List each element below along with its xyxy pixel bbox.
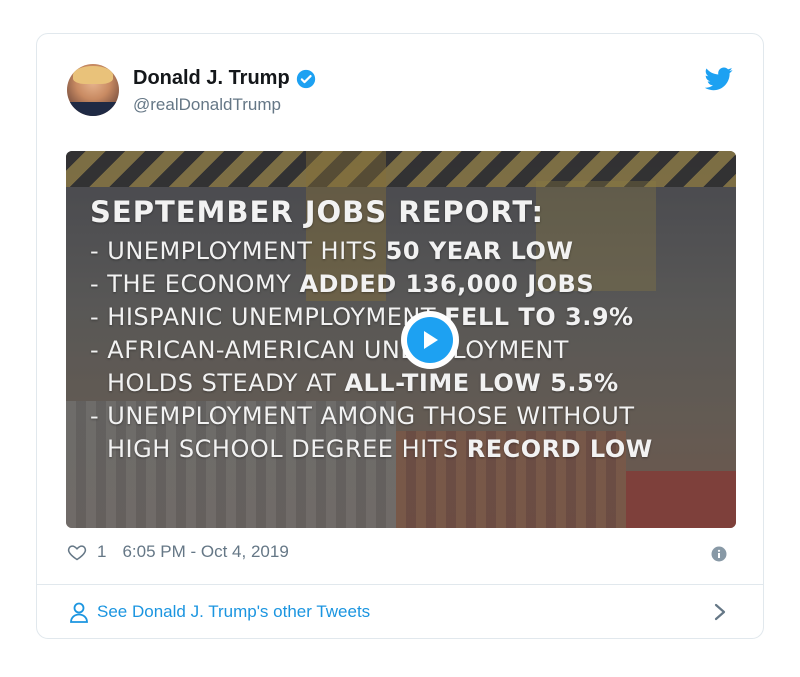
- like-count[interactable]: 1: [97, 542, 106, 562]
- play-button-inner: [407, 317, 453, 363]
- overlay-line: - AFRICAN-AMERICAN UNEMPLOYMENT: [90, 336, 569, 364]
- tweet-meta-row: 1 6:05 PM - Oct 4, 2019: [67, 542, 289, 562]
- card-divider: [37, 584, 763, 585]
- info-icon[interactable]: [711, 546, 727, 562]
- person-icon: [70, 602, 88, 623]
- embedded-tweet-card: Donald J. Trump @realDonaldTrump SEPTEMB…: [36, 33, 764, 639]
- play-icon: [424, 331, 438, 349]
- overlay-line: - UNEMPLOYMENT AMONG THOSE WITHOUT: [90, 402, 635, 430]
- author-handle[interactable]: @realDonaldTrump: [133, 95, 281, 115]
- overlay-headline: SEPTEMBER JOBS REPORT:: [90, 195, 545, 229]
- chevron-right-icon[interactable]: [713, 603, 727, 621]
- jobs-report-overlay: SEPTEMBER JOBS REPORT: - UNEMPLOYMENT HI…: [90, 195, 653, 466]
- overlay-line: HIGH SCHOOL DEGREE HITS RECORD LOW: [107, 435, 653, 463]
- tweet-timestamp[interactable]: 6:05 PM - Oct 4, 2019: [122, 542, 288, 562]
- play-button[interactable]: [401, 311, 459, 369]
- heart-icon[interactable]: [67, 542, 87, 562]
- twitter-bird-icon[interactable]: [705, 67, 733, 91]
- avatar[interactable]: [67, 64, 119, 116]
- avatar-hair: [73, 66, 113, 84]
- overlay-line: - THE ECONOMY ADDED 136,000 JOBS: [90, 270, 595, 298]
- see-other-tweets-label[interactable]: See Donald J. Trump's other Tweets: [97, 602, 370, 622]
- author-display-name[interactable]: Donald J. Trump: [133, 67, 290, 90]
- overlay-line: - HISPANIC UNEMPLOYMENT FELL TO 3.9%: [90, 303, 634, 331]
- see-other-tweets-link[interactable]: See Donald J. Trump's other Tweets: [69, 601, 370, 623]
- overlay-line: - UNEMPLOYMENT HITS 50 YEAR LOW: [90, 237, 574, 265]
- author-name-row[interactable]: Donald J. Trump: [133, 67, 316, 90]
- overlay-line: HOLDS STEADY AT ALL-TIME LOW 5.5%: [107, 369, 619, 397]
- avatar-suit: [67, 102, 119, 116]
- verified-badge-icon: [296, 69, 315, 88]
- video-media[interactable]: SEPTEMBER JOBS REPORT: - UNEMPLOYMENT HI…: [66, 151, 736, 528]
